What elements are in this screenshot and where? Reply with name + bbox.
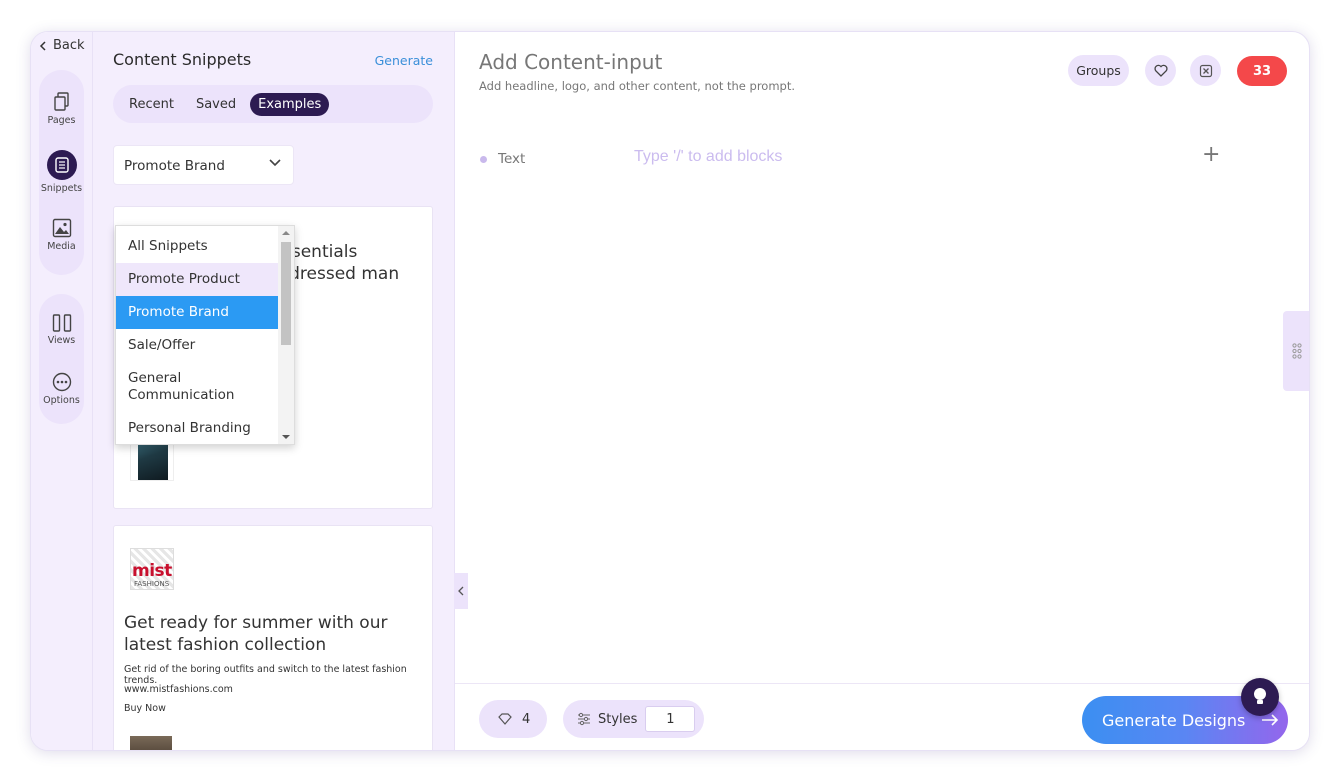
rail-label-pages: Pages <box>47 115 76 126</box>
tab-saved[interactable]: Saved <box>188 93 244 116</box>
block-input[interactable] <box>634 148 1134 166</box>
favorite-button[interactable] <box>1145 55 1176 86</box>
rail-label-media: Media <box>47 241 76 252</box>
footer-bar: 4 Styles 1 Generate Designs <box>455 683 1309 750</box>
collapse-panel-button[interactable] <box>454 573 468 609</box>
clear-button[interactable] <box>1190 55 1221 86</box>
mist-fashions-logo: mist FASHIONS <box>130 548 174 590</box>
snippet-tabs: Recent Saved Examples <box>113 85 433 123</box>
page-subtitle: Add headline, logo, and other content, n… <box>479 79 795 93</box>
styles-count-input[interactable]: 1 <box>645 706 696 732</box>
dropdown-option[interactable]: Promote Product <box>116 263 278 296</box>
views-icon <box>52 314 71 332</box>
drag-dots-icon <box>1292 343 1302 359</box>
back-label: Back <box>53 38 85 53</box>
back-button[interactable]: Back <box>39 38 85 53</box>
rail-item-snippets[interactable]: Snippets <box>39 150 84 194</box>
rail-label-snippets: Snippets <box>40 183 83 194</box>
heart-icon <box>1153 64 1168 77</box>
media-icon <box>52 218 71 238</box>
bullet-icon <box>480 156 487 163</box>
styles-control[interactable]: Styles 1 <box>563 700 704 738</box>
snippet-card[interactable]: mist FASHIONS Get ready for summer with … <box>113 525 433 750</box>
pages-icon <box>53 92 69 111</box>
page-title: Add Content-input <box>479 50 663 74</box>
tab-recent[interactable]: Recent <box>121 93 182 116</box>
dropdown-option[interactable]: Personal Branding <box>116 420 278 437</box>
rail-label-options: Options <box>43 395 80 406</box>
groups-button[interactable]: Groups <box>1068 55 1129 86</box>
snippet-cta: Buy Now <box>124 703 166 714</box>
rail-group-content: Pages Snippets Media <box>39 70 84 275</box>
dropdown-option-selected[interactable]: Promote Brand <box>116 296 278 329</box>
generate-link[interactable]: Generate <box>375 53 433 68</box>
tab-examples[interactable]: Examples <box>250 92 330 116</box>
chevron-down-icon <box>269 159 281 167</box>
rail-item-pages[interactable]: Pages <box>39 92 84 126</box>
category-dropdown: All Snippets Promote Product Promote Bra… <box>115 225 295 445</box>
scroll-down-icon <box>282 435 290 439</box>
diamond-icon <box>498 713 512 725</box>
snippet-body: Get rid of the boring outfits and switch… <box>124 664 407 686</box>
bulb-icon <box>1254 688 1266 704</box>
category-select-value: Promote Brand <box>124 158 225 174</box>
likes-button[interactable]: 4 <box>479 700 547 738</box>
snippet-image <box>130 736 172 750</box>
dropdown-option[interactable]: Sale/Offer <box>116 337 278 354</box>
scrollbar-thumb[interactable] <box>281 242 291 345</box>
category-select[interactable]: Promote Brand <box>113 145 294 185</box>
sliders-icon <box>578 712 590 726</box>
block-type-label: Text <box>498 151 526 167</box>
chevron-left-icon <box>39 40 46 51</box>
scroll-up-icon <box>282 231 290 235</box>
add-block-button[interactable]: + <box>1202 142 1220 167</box>
left-rail: Back Pages Snippets Media Views Options <box>31 32 93 750</box>
options-icon <box>52 372 71 392</box>
snippet-card-text: ssentials -dressed man <box>283 241 399 285</box>
likes-count: 4 <box>522 711 531 727</box>
generate-designs-label: Generate Designs <box>1102 710 1246 730</box>
snippets-icon <box>46 150 77 180</box>
clear-icon <box>1199 64 1212 77</box>
rail-group-settings: Views Options <box>39 294 84 424</box>
styles-label: Styles <box>598 711 638 727</box>
snippet-url: www.mistfashions.com <box>124 684 233 695</box>
help-assistant-button[interactable] <box>1241 678 1279 716</box>
snippet-text-line: -dressed man <box>283 264 400 284</box>
rail-item-options[interactable]: Options <box>39 372 84 406</box>
app-window: Back Pages Snippets Media Views Options … <box>30 31 1310 751</box>
rail-item-media[interactable]: Media <box>39 218 84 252</box>
arrow-right-icon <box>1262 714 1279 726</box>
dropdown-scrollbar[interactable] <box>278 226 294 444</box>
snippet-text-line: ssentials <box>283 242 358 262</box>
logo-subtext: FASHIONS <box>134 580 170 588</box>
chevron-left-icon <box>458 586 464 596</box>
count-badge[interactable]: 33 <box>1237 56 1287 86</box>
panel-title: Content Snippets <box>113 50 252 69</box>
rail-item-views[interactable]: Views <box>39 314 84 346</box>
snippet-headline: Get ready for summer with our latest fas… <box>124 613 388 655</box>
dropdown-option[interactable]: All Snippets <box>116 238 278 255</box>
dropdown-option[interactable]: General Communication <box>116 370 266 404</box>
rail-label-views: Views <box>47 335 76 346</box>
drag-handle[interactable] <box>1283 311 1309 391</box>
logo-text: mist <box>132 561 172 581</box>
